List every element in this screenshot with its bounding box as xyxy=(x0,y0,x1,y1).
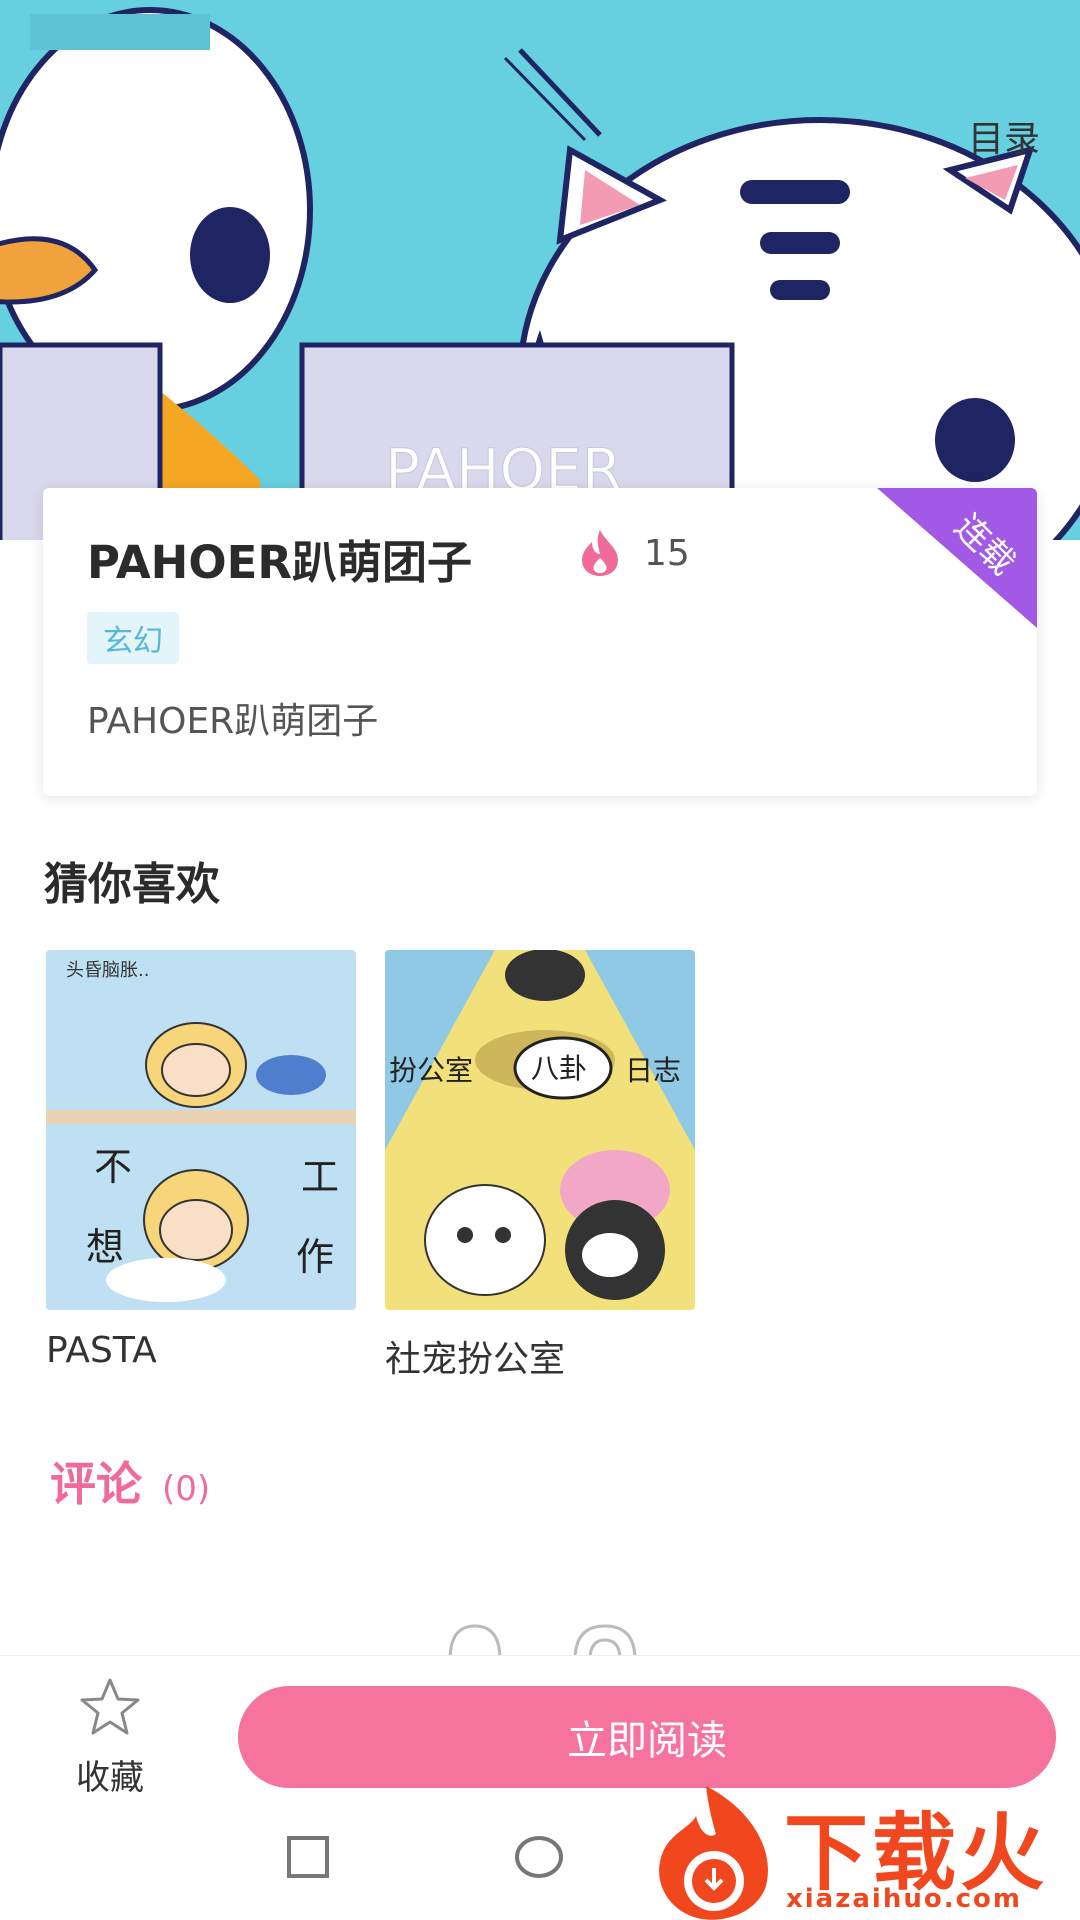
banner-illustration: PAHOER xyxy=(0,7,1080,540)
recommend-cover: 头昏脑胀.. 不 想 工 作 xyxy=(46,950,356,1310)
cover-illustration-office: 扮公室 八卦 日志 xyxy=(385,950,695,1310)
comments-label: 评论 xyxy=(50,1457,142,1511)
cover-banner: PAHOER 目录 xyxy=(0,0,1080,540)
favorite-label: 收藏 xyxy=(76,1758,144,1798)
recommend-item-office[interactable]: 扮公室 八卦 日志 社宠扮公室 xyxy=(385,950,695,1382)
status-bar-strip xyxy=(30,14,210,50)
back-button[interactable] xyxy=(30,90,120,180)
watermark: 下载火 xiazaihuo.com xyxy=(636,1776,1080,1920)
home-icon xyxy=(515,1836,563,1878)
chevron-left-icon xyxy=(35,93,69,147)
recommend-title: 猜你喜欢 xyxy=(44,859,220,910)
cover-text-4: 工 xyxy=(301,1155,339,1199)
read-now-button[interactable]: 立即阅读 xyxy=(238,1686,1056,1788)
star-icon xyxy=(80,1678,140,1735)
cover-text-5: 作 xyxy=(296,1235,334,1279)
cover-text-3: 日志 xyxy=(625,1054,681,1087)
cover-text-1: 扮公室 xyxy=(389,1054,473,1087)
flame-logo-icon xyxy=(659,1786,768,1920)
empty-face-icon xyxy=(448,1624,637,1661)
comments-count: (0) xyxy=(162,1469,211,1509)
cover-text-2: 不 xyxy=(94,1145,132,1189)
hot-indicator: 15 xyxy=(578,528,690,578)
watermark-url: xiazaihuo.com xyxy=(786,1884,1022,1914)
comic-info-card: PAHOER趴萌团子 15 玄幻 PAHOER趴萌团子 连载 xyxy=(43,488,1037,796)
bottom-action-bar: 收藏 立即阅读 xyxy=(0,1655,1080,1798)
cover-text-3: 想 xyxy=(86,1225,124,1269)
recent-apps-button[interactable] xyxy=(286,1835,330,1883)
home-button[interactable] xyxy=(514,1835,564,1883)
status-badge: 连载 xyxy=(877,488,1037,628)
flame-icon xyxy=(582,530,618,576)
comments-header: 评论 (0) xyxy=(50,1448,210,1514)
cover-illustration-pasta: 头昏脑胀.. 不 想 工 作 xyxy=(46,950,356,1310)
genre-tag[interactable]: 玄幻 xyxy=(87,612,179,664)
recommend-cover: 扮公室 八卦 日志 xyxy=(385,950,695,1310)
recommend-item-name: 社宠扮公室 xyxy=(385,1339,566,1380)
comic-description: PAHOER趴萌团子 xyxy=(87,701,379,742)
recent-apps-icon xyxy=(287,1836,329,1878)
recommend-item-pasta[interactable]: 头昏脑胀.. 不 想 工 作 PASTA xyxy=(46,950,356,1371)
favorite-button[interactable]: 收藏 xyxy=(58,1676,162,1799)
comic-title: PAHOER趴萌团子 xyxy=(87,536,472,589)
cover-text-1: 头昏脑胀.. xyxy=(66,960,149,981)
recommend-item-name: PASTA xyxy=(46,1330,157,1371)
catalog-button[interactable]: 目录 xyxy=(968,110,1040,162)
hot-count: 15 xyxy=(644,532,690,574)
cover-text-2: 八卦 xyxy=(531,1052,587,1085)
